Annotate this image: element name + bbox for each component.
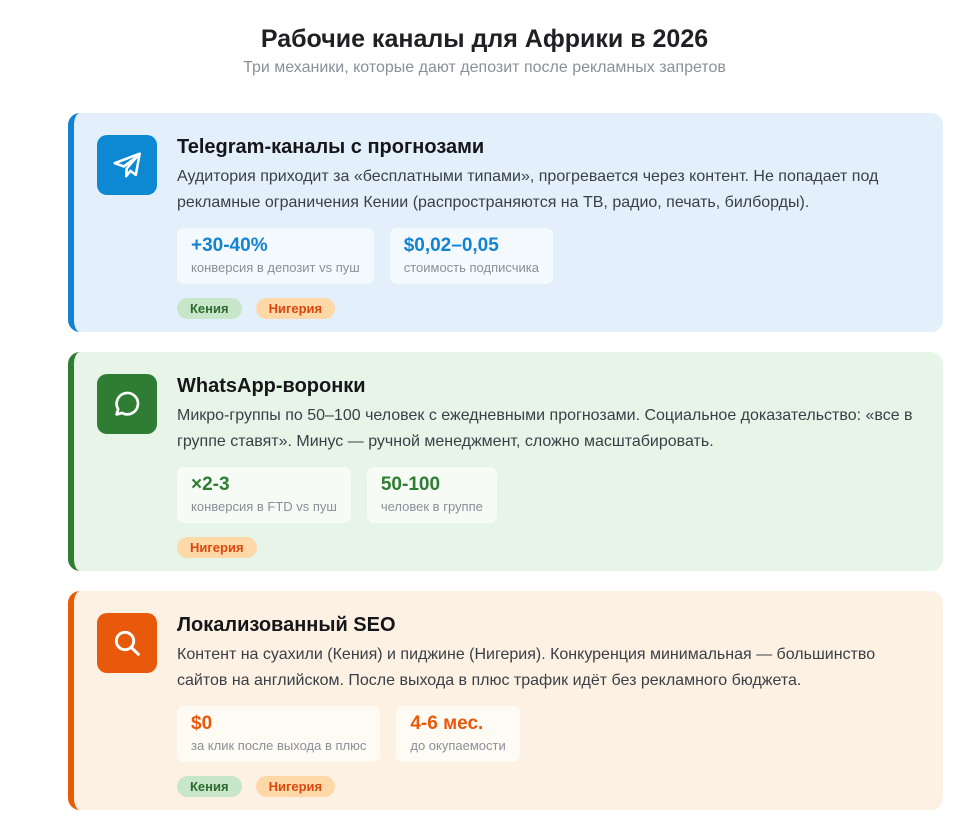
tag-nigeria: Нигерия [255, 298, 336, 319]
stats-row: $0 за клик после выхода в плюс 4-6 мес. … [177, 706, 927, 762]
stat-box: $0 за клик после выхода в плюс [177, 706, 381, 762]
stat-box: $0,02–0,05 стоимость подписчика [389, 228, 553, 284]
page: Рабочие каналы для Африки в 2026 Три мех… [0, 0, 969, 834]
stat-label: конверсия в депозит vs пуш [191, 260, 360, 275]
stat-label: за клик после выхода в плюс [191, 738, 367, 753]
stat-value: ×2-3 [191, 474, 230, 495]
card-content: WhatsApp-воронки Микро-группы по 50–100 … [177, 374, 927, 558]
card-telegram: Telegram-каналы с прогнозами Аудитория п… [68, 113, 943, 332]
tags-row: Кения Нигерия [177, 298, 927, 319]
stat-box: +30-40% конверсия в депозит vs пуш [177, 228, 374, 284]
tags-row: Нигерия [177, 537, 927, 558]
stat-box: 50-100 человек в группе [366, 467, 497, 523]
stat-value: $0,02–0,05 [403, 235, 499, 256]
stat-value: $0 [191, 713, 213, 734]
stat-label: до окупаемости [410, 738, 506, 753]
card-title: Локализованный SEO [177, 614, 396, 636]
page-title: Рабочие каналы для Африки в 2026 [260, 25, 709, 53]
stat-label: конверсия в FTD vs пуш [191, 499, 337, 514]
card-whatsapp: WhatsApp-воронки Микро-группы по 50–100 … [68, 352, 943, 571]
tag-nigeria: Нигерия [255, 776, 336, 797]
tag-kenya: Кения [177, 776, 242, 797]
stat-label: человек в группе [380, 499, 483, 514]
card-seo: Локализованный SEO Контент на суахили (К… [68, 591, 943, 810]
telegram-send-icon [97, 135, 157, 195]
stat-box: ×2-3 конверсия в FTD vs пуш [177, 467, 351, 523]
card-title: Telegram-каналы с прогнозами [177, 136, 485, 158]
stat-value: +30-40% [191, 235, 268, 256]
tag-nigeria: Нигерия [177, 537, 257, 558]
card-title: WhatsApp-воронки [177, 375, 366, 397]
whatsapp-chat-icon [97, 374, 157, 434]
card-description: Аудитория приходит за «бесплатными типам… [177, 168, 879, 211]
stat-value: 50-100 [380, 474, 441, 495]
stat-value: 4-6 мес. [410, 713, 484, 734]
stat-label: стоимость подписчика [403, 260, 539, 275]
tag-kenya: Кения [177, 298, 242, 319]
page-subtitle: Три механики, которые дают депозит после… [243, 59, 726, 76]
card-content: Telegram-каналы с прогнозами Аудитория п… [177, 135, 927, 319]
card-content: Локализованный SEO Контент на суахили (К… [177, 613, 927, 797]
stats-row: ×2-3 конверсия в FTD vs пуш 50-100 челов… [177, 467, 927, 523]
stats-row: +30-40% конверсия в депозит vs пуш $0,02… [177, 228, 927, 284]
tags-row: Кения Нигерия [177, 776, 927, 797]
search-icon [97, 613, 157, 673]
card-description: Микро-группы по 50–100 человек с ежеднев… [177, 407, 913, 450]
card-description: Контент на суахили (Кения) и пиджине (Ни… [177, 646, 876, 689]
stat-box: 4-6 мес. до окупаемости [396, 706, 520, 762]
